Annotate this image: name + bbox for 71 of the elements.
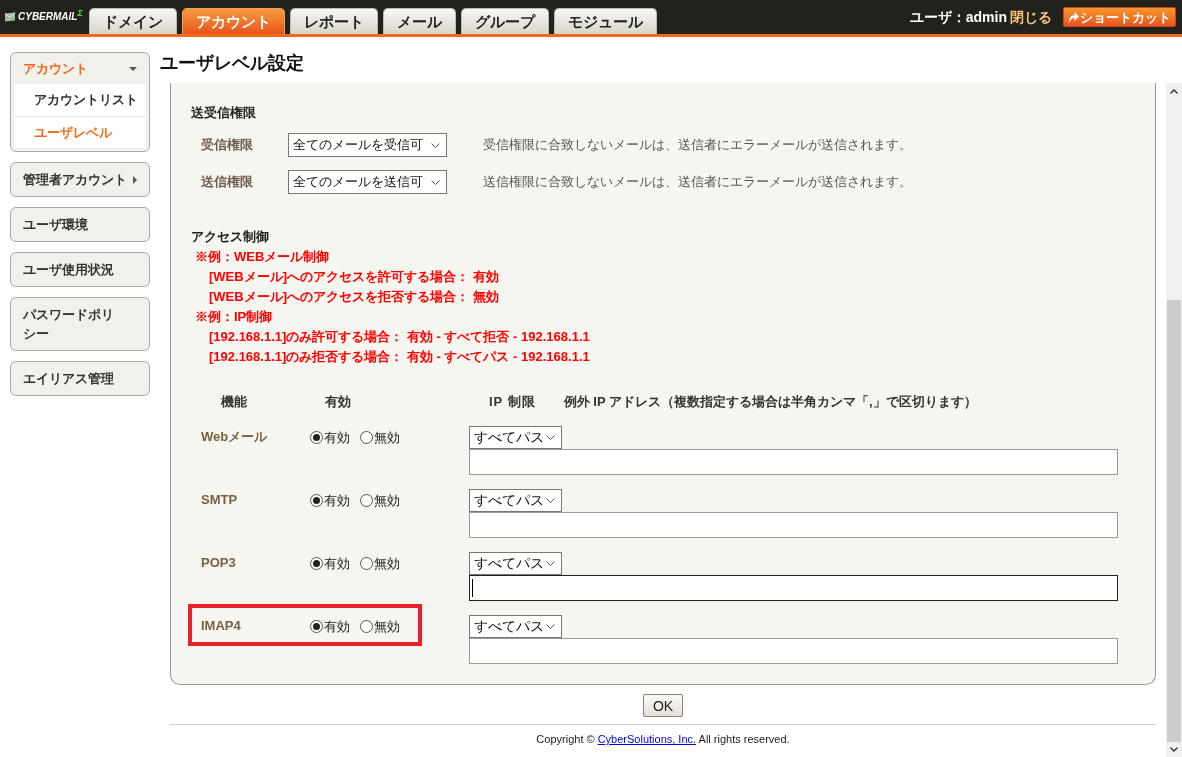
- chevron-down-icon: [1170, 747, 1178, 752]
- permission-select[interactable]: 全てのメールを送信可: [288, 170, 447, 194]
- ip-limit-select[interactable]: すべてパス: [469, 552, 562, 575]
- chevron-down-icon: [431, 142, 440, 148]
- logout-link[interactable]: 閉じる: [1010, 6, 1052, 28]
- field-label: 送信権限: [201, 173, 254, 192]
- ip-address-field[interactable]: [469, 575, 1118, 601]
- section-heading: アクセス制御: [191, 228, 269, 246]
- menu-item[interactable]: エイリアス管理: [10, 361, 150, 396]
- permission-select[interactable]: 全てのメールを受信可: [288, 133, 447, 157]
- company-link[interactable]: CyberSolutions, Inc.: [597, 733, 697, 745]
- ip-address-field[interactable]: [469, 449, 1118, 475]
- radio-option[interactable]: 無効: [360, 490, 400, 511]
- ip-limit-select[interactable]: すべてパス: [469, 489, 562, 512]
- curved-arrow-icon: [1068, 11, 1079, 23]
- radio-option[interactable]: 有効: [310, 616, 350, 637]
- caret-down-icon: [129, 66, 137, 71]
- page-title: ユーザレベル設定: [160, 51, 304, 75]
- example-text: ※例：WEBメール制御: [195, 248, 330, 266]
- caret-right-icon: [133, 175, 137, 184]
- nav-tab[interactable]: モジュール: [554, 8, 657, 34]
- feature-name: Webメール: [201, 428, 268, 446]
- example-text: [WEBメール]へのアクセスを拒否する場合： 無効: [209, 288, 499, 306]
- column-header: 有効: [325, 393, 351, 411]
- feature-name: POP3: [201, 554, 236, 572]
- envelope-icon: [4, 12, 16, 22]
- menu-item[interactable]: パスワードポリシー: [10, 297, 150, 351]
- radio-option[interactable]: 有効: [310, 490, 350, 511]
- nav-tab[interactable]: ドメイン: [89, 8, 177, 34]
- menu-item[interactable]: 管理者アカウント: [10, 162, 150, 197]
- chevron-down-icon: [546, 435, 555, 440]
- column-header: 例外 IP アドレス（複数指定する場合は半角カンマ「,」で区切ります）: [563, 393, 977, 411]
- chevron-down-icon: [546, 624, 555, 629]
- menu-item[interactable]: ユーザ使用状況: [10, 252, 150, 287]
- ip-limit-select[interactable]: すべてパス: [469, 615, 562, 638]
- nav-tab[interactable]: メール: [383, 8, 456, 34]
- chevron-down-icon: [546, 561, 555, 566]
- user-name: ユーザ：admin: [909, 7, 1007, 27]
- example-text: [192.168.1.1]のみ拒否する場合： 有効 - すべてパス - 192.168.1.1: [209, 348, 590, 366]
- logo-text: CYBERMAIL$^{Σ}$: [18, 12, 83, 22]
- radio-option[interactable]: 有効: [310, 553, 350, 574]
- submenu-item[interactable]: アカウントリスト: [14, 84, 146, 116]
- chevron-down-icon: [431, 179, 440, 185]
- chevron-down-icon: [546, 498, 555, 503]
- radio-option[interactable]: 無効: [360, 427, 400, 448]
- nav-tab[interactable]: レポート: [290, 8, 378, 34]
- field-note: 受信権限に合致しないメールは、送信者にエラーメールが送信されます。: [483, 136, 912, 155]
- scrollbar-thumb[interactable]: [1167, 300, 1181, 742]
- feature-name: IMAP4: [201, 617, 241, 635]
- ip-address-field[interactable]: [469, 512, 1118, 538]
- menu-item[interactable]: ユーザ環境: [10, 207, 150, 242]
- column-header: 機能: [221, 393, 247, 411]
- example-text: [WEBメール]へのアクセスを許可する場合： 有効: [209, 268, 499, 286]
- text-cursor-icon: [472, 579, 473, 597]
- field-note: 送信権限に合致しないメールは、送信者にエラーメールが送信されます。: [483, 173, 912, 192]
- column-header: IP 制限: [489, 393, 536, 411]
- radio-option[interactable]: 無効: [360, 553, 400, 574]
- scrollbar[interactable]: [1166, 83, 1182, 757]
- section-heading: 送受信権限: [191, 104, 256, 122]
- radio-option[interactable]: 有効: [310, 427, 350, 448]
- copyright-text: Copyright © CyberSolutions, Inc. All rights reserved.: [536, 732, 790, 747]
- radio-option[interactable]: 無効: [360, 616, 400, 637]
- ip-address-field[interactable]: [469, 638, 1118, 664]
- example-text: ※例：IP制御: [195, 308, 273, 326]
- field-label: 受信権限: [201, 136, 254, 155]
- example-text: [192.168.1.1]のみ許可する場合： 有効 - すべて拒否 - 192.168.1.1: [209, 328, 590, 346]
- chevron-up-icon: [1170, 88, 1178, 94]
- nav-tab[interactable]: グループ: [461, 8, 549, 34]
- ip-limit-select[interactable]: すべてパス: [469, 426, 562, 449]
- ok-button[interactable]: OK: [642, 694, 684, 717]
- feature-name: SMTP: [201, 491, 238, 509]
